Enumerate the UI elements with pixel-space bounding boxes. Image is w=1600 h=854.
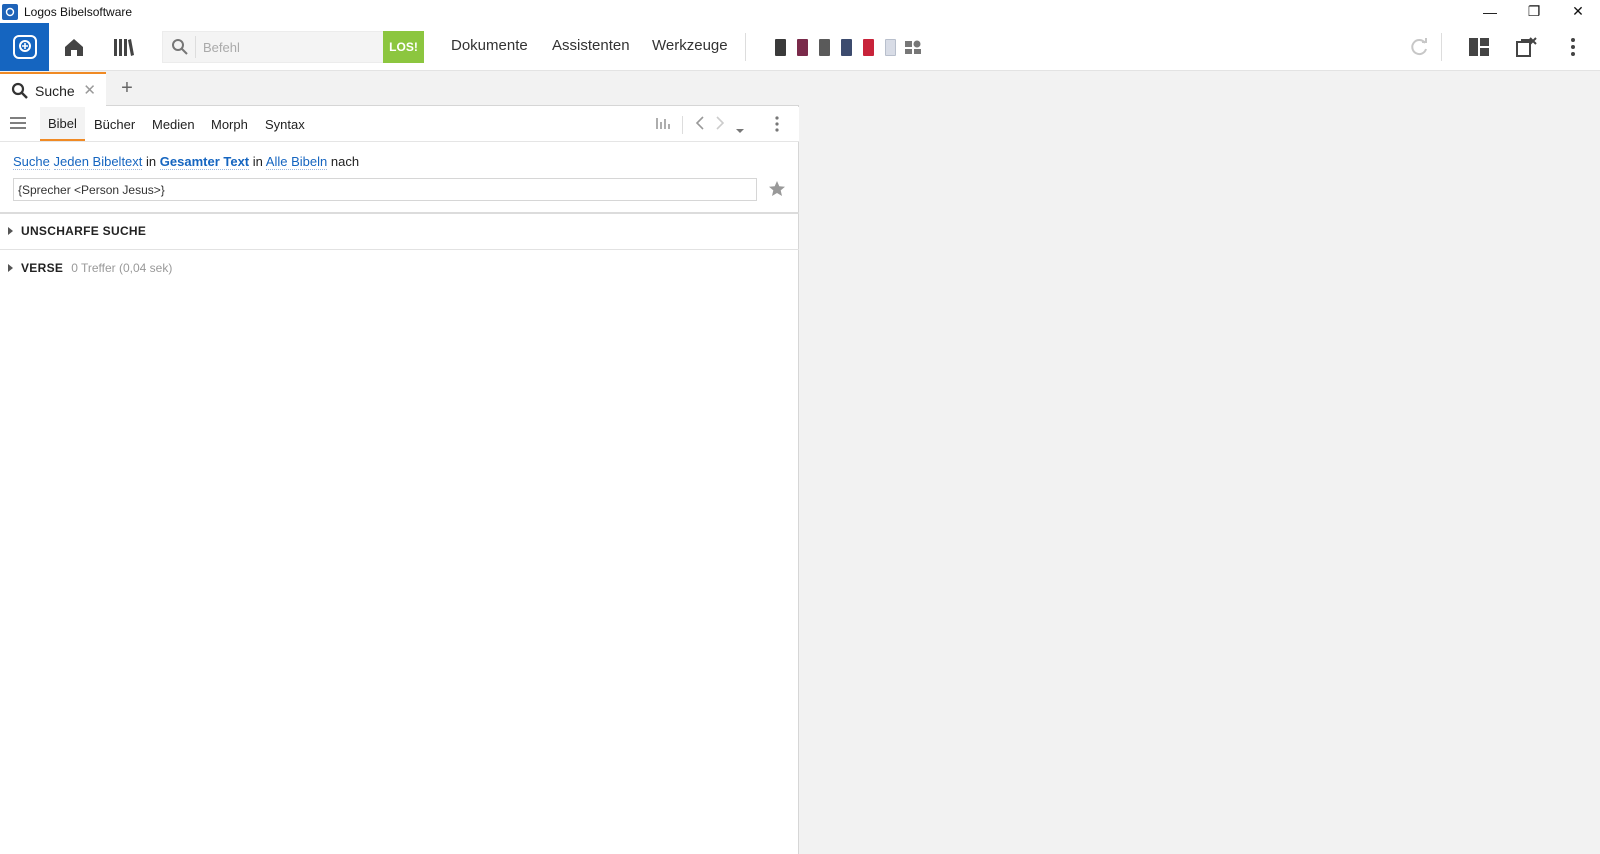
history-dropdown-icon[interactable] — [735, 121, 745, 139]
tab-bibel[interactable]: Bibel — [40, 107, 85, 141]
close-tab-icon[interactable]: ✕ — [83, 81, 96, 99]
library-icon[interactable] — [112, 35, 136, 59]
tab-label: Suche — [35, 82, 75, 99]
search-panel: Suche ✕ + Bibel Bücher Medien Morph Synt… — [0, 72, 799, 854]
search-query-input[interactable] — [13, 178, 757, 201]
book-shortcut-3[interactable] — [819, 39, 830, 56]
sync-icon[interactable] — [1407, 35, 1431, 59]
tab-syntax[interactable]: Syntax — [265, 107, 305, 141]
query-text-nach: nach — [330, 154, 360, 169]
close-panels-icon[interactable] — [1514, 35, 1538, 59]
minimize-button[interactable]: — — [1468, 0, 1512, 23]
section-label: UNSCHARFE SUCHE — [21, 224, 147, 238]
query-suche-link[interactable]: Suche — [13, 154, 50, 170]
chart-icon[interactable] — [655, 115, 671, 136]
panel-tab-strip: Suche ✕ + — [0, 72, 799, 107]
search-icon — [171, 38, 189, 61]
layout-icon[interactable] — [1467, 35, 1491, 59]
empty-panel-area — [800, 72, 1600, 854]
title-bar: Logos Bibelsoftware — ❐ ✕ — [0, 0, 1600, 23]
layouts-shortcut-icon[interactable] — [903, 37, 923, 57]
go-button[interactable]: LOS! — [383, 31, 424, 63]
query-text-in: in — [146, 154, 157, 169]
menu-assistenten[interactable]: Assistenten — [552, 37, 630, 54]
book-shortcut-2[interactable] — [797, 39, 808, 56]
query-range-link[interactable]: Jeden Bibeltext — [53, 154, 143, 170]
main-toolbar: LOS! Dokumente Assistenten Werkzeuge — [0, 23, 1600, 71]
tab-medien[interactable]: Medien — [152, 107, 195, 141]
book-shortcut-6[interactable] — [885, 39, 896, 56]
forward-icon[interactable] — [714, 115, 726, 136]
query-resource-link[interactable]: Alle Bibeln — [265, 154, 328, 170]
panel-more-icon[interactable] — [774, 115, 780, 138]
restore-button[interactable]: ❐ — [1512, 0, 1556, 23]
book-shortcut-4[interactable] — [841, 39, 852, 56]
menu-dokumente[interactable]: Dokumente — [451, 37, 528, 54]
section-verse[interactable]: VERSE 0 Treffer (0,04 sek) — [8, 261, 172, 275]
query-text-in-2: in — [252, 154, 263, 169]
menu-werkzeuge[interactable]: Werkzeuge — [652, 37, 728, 54]
favorite-star-icon[interactable] — [768, 180, 786, 202]
command-input[interactable] — [203, 36, 383, 58]
query-field-link[interactable]: Gesamter Text — [159, 154, 250, 170]
home-icon[interactable] — [62, 35, 86, 59]
logos-logo-icon — [12, 35, 37, 59]
query-description: Suche Jeden Bibeltext in Gesamter Text i… — [13, 154, 360, 170]
tab-buecher[interactable]: Bücher — [94, 107, 135, 141]
app-logo-icon — [2, 3, 18, 20]
back-icon[interactable] — [694, 115, 706, 136]
close-window-button[interactable]: ✕ — [1556, 0, 1600, 23]
search-icon — [11, 82, 29, 100]
section-unscharfe-suche[interactable]: UNSCHARFE SUCHE — [8, 224, 146, 238]
panel-menu-icon[interactable] — [10, 116, 26, 135]
logos-logo-button[interactable] — [0, 23, 49, 71]
add-tab-icon[interactable]: + — [115, 76, 139, 100]
expand-triangle-icon — [8, 227, 13, 235]
window-title: Logos Bibelsoftware — [24, 4, 133, 19]
tab-suche[interactable]: Suche ✕ — [0, 72, 106, 107]
section-label: VERSE — [21, 261, 64, 275]
book-shortcut-1[interactable] — [775, 39, 786, 56]
more-options-icon[interactable] — [1561, 35, 1585, 59]
book-shortcut-5[interactable] — [863, 39, 874, 56]
search-type-bar: Bibel Bücher Medien Morph Syntax — [0, 107, 799, 142]
expand-triangle-icon — [8, 264, 13, 272]
hit-count: 0 Treffer (0,04 sek) — [71, 261, 173, 275]
tab-morph[interactable]: Morph — [211, 107, 248, 141]
